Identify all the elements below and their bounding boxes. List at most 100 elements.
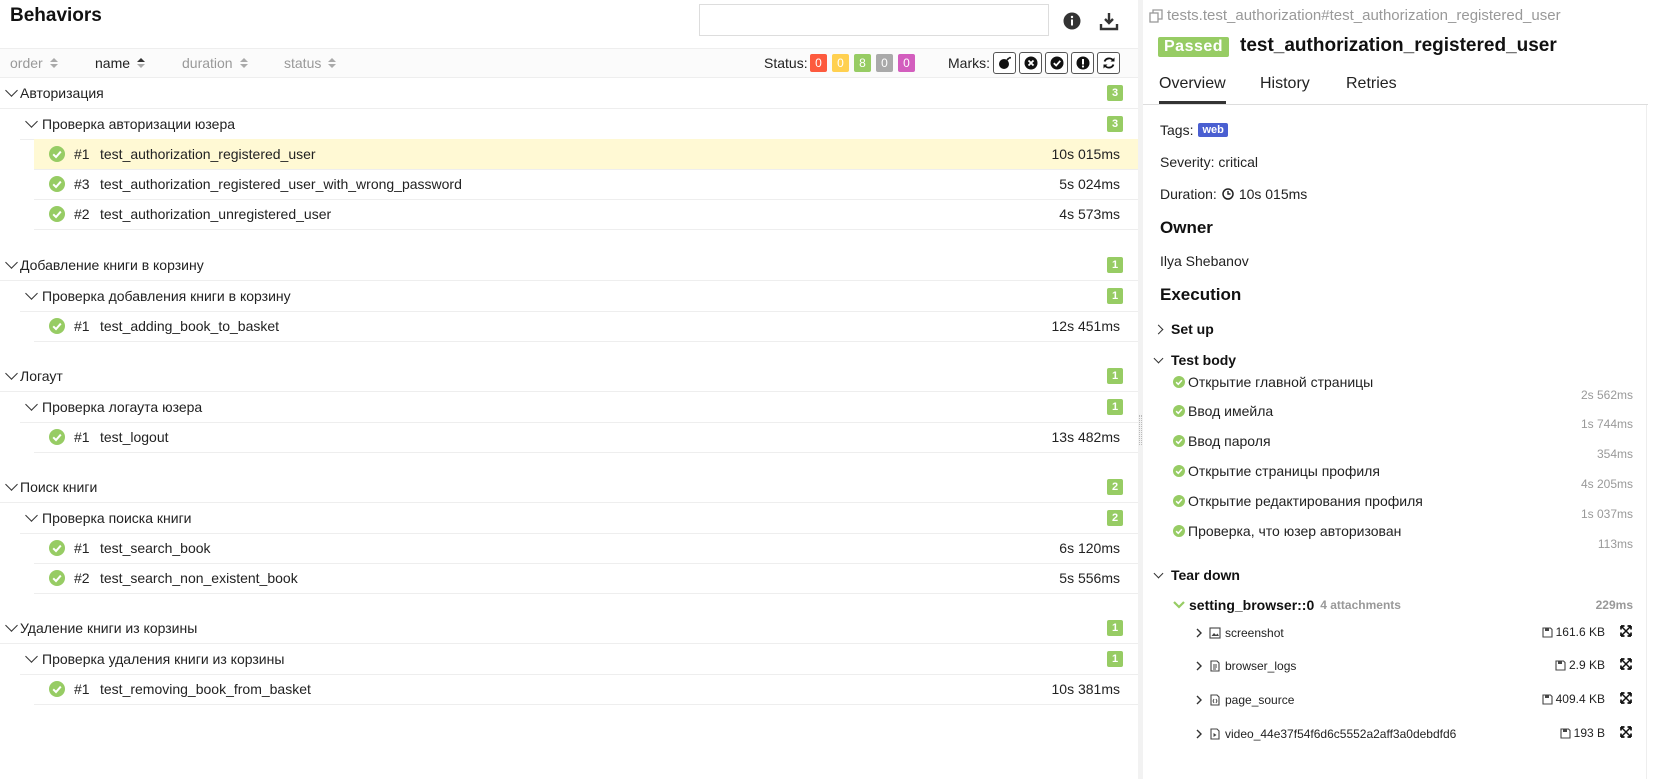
- group-count-badge: 1: [1107, 620, 1123, 636]
- expand-icon[interactable]: [1620, 658, 1632, 670]
- tab-retries[interactable]: Retries: [1346, 75, 1397, 101]
- fixture-name: setting_browser::0: [1189, 597, 1315, 613]
- check-circle-icon: [1050, 56, 1063, 70]
- chevron-down-icon: [1173, 601, 1185, 609]
- step-row[interactable]: Ввод имейла 1s 744ms: [1173, 403, 1633, 433]
- test-uid-text: tests.test_authorization#test_authorizat…: [1167, 7, 1561, 24]
- test-row[interactable]: #3 test_authorization_registered_user_wit…: [34, 169, 1138, 200]
- step-row[interactable]: Проверка, что юзер авторизован 113ms: [1173, 523, 1633, 553]
- save-icon: [1542, 626, 1553, 638]
- status-unknown-count[interactable]: 0: [898, 54, 915, 72]
- expand-icon[interactable]: [1620, 692, 1632, 704]
- mark-flaky-button[interactable]: [993, 52, 1016, 74]
- check-circle-icon: [49, 540, 65, 556]
- test-duration: 10s 381ms: [1051, 681, 1120, 697]
- chevron-down-icon: [24, 286, 38, 303]
- attachment-row[interactable]: browser_logs 2.9 KB: [1195, 655, 1635, 677]
- status-broken-count[interactable]: 0: [832, 54, 849, 72]
- test-row[interactable]: #2 test_search_non_existent_book 5s 556ms: [34, 563, 1138, 594]
- test-row[interactable]: #2 test_authorization_unregistered_user 4s…: [34, 199, 1138, 230]
- behavior-subgroup[interactable]: Проверка логаута юзера 1: [20, 391, 1138, 423]
- behavior-subgroup[interactable]: Проверка поиска книги 2: [20, 502, 1138, 534]
- test-row[interactable]: #1 test_removing_book_from_basket 10s 381m…: [34, 674, 1138, 705]
- step-name: Открытие редактирования профиля: [1188, 493, 1423, 509]
- test-duration: 6s 120ms: [1059, 540, 1120, 556]
- severity-text: Severity: critical: [1160, 154, 1259, 170]
- test-row[interactable]: #1 test_search_book 6s 120ms: [34, 533, 1138, 564]
- copy-icon[interactable]: [1149, 8, 1163, 23]
- expand-icon[interactable]: [1620, 625, 1632, 637]
- test-row[interactable]: #1 test_adding_book_to_basket 12s 451ms: [34, 311, 1138, 342]
- step-name: Открытие страницы профиля: [1188, 463, 1380, 479]
- mark-new-failed-button[interactable]: [1019, 52, 1042, 74]
- chevron-right-icon: [1196, 729, 1202, 739]
- group-name: Логаут: [20, 367, 63, 384]
- group-name: Авторизация: [20, 84, 104, 101]
- tab-overview[interactable]: Overview: [1159, 75, 1226, 104]
- behavior-group[interactable]: Удаление книги из корзины 1: [0, 612, 1138, 644]
- fixture-row[interactable]: setting_browser::0 4 attachments 229ms: [1173, 597, 1633, 613]
- duration-value: 10s 015ms: [1238, 186, 1308, 202]
- status-passed-count[interactable]: 8: [854, 54, 871, 72]
- sort-duration[interactable]: duration: [182, 55, 248, 71]
- behavior-subgroup[interactable]: Проверка добавления книги в корзину 1: [20, 280, 1138, 312]
- step-name: Ввод пароля: [1188, 433, 1271, 449]
- check-circle-icon: [1173, 525, 1185, 537]
- tab-history[interactable]: History: [1260, 75, 1310, 101]
- sort-name[interactable]: name: [95, 55, 146, 71]
- test-name: test_adding_book_to_basket: [100, 318, 280, 334]
- refresh-icon: [1103, 57, 1114, 69]
- group-name: Поиск книги: [20, 478, 98, 495]
- download-icon[interactable]: [1098, 10, 1120, 32]
- test-number: #3: [74, 176, 90, 192]
- behavior-group[interactable]: Логаут 1: [0, 360, 1138, 392]
- testbody-stage[interactable]: Test body: [1153, 352, 1236, 368]
- step-row[interactable]: Открытие редактирования профиля 1s 037ms: [1173, 493, 1633, 523]
- attachment-row[interactable]: screenshot 161.6 KB: [1195, 622, 1635, 644]
- setup-stage[interactable]: Set up: [1153, 321, 1214, 337]
- test-row[interactable]: #1 test_logout 13s 482ms: [34, 422, 1138, 453]
- info-icon[interactable]: [1061, 10, 1083, 32]
- step-name: Ввод имейла: [1188, 403, 1274, 419]
- right-scrollbar[interactable]: [1646, 105, 1647, 779]
- sort-status[interactable]: status: [284, 55, 337, 71]
- attachment-row[interactable]: video_44e37f54f6d6c5552a2aff3a0debdfd6 19…: [1195, 723, 1635, 745]
- severity-line: Severity: critical: [1160, 154, 1258, 170]
- behavior-subgroup[interactable]: Проверка удаления книги из корзины 1: [20, 643, 1138, 675]
- setup-label: Set up: [1171, 321, 1214, 337]
- mark-new-broken-button[interactable]: [1071, 52, 1094, 74]
- check-circle-icon: [49, 146, 65, 162]
- status-skipped-count[interactable]: 0: [876, 54, 893, 72]
- mark-new-passed-button[interactable]: [1045, 52, 1068, 74]
- group-count-badge: 1: [1107, 368, 1123, 384]
- sort-order[interactable]: order: [10, 55, 58, 71]
- step-row[interactable]: Открытие страницы профиля 4s 205ms: [1173, 463, 1633, 493]
- behaviors-pane: Behaviors order name duration status Sta…: [0, 0, 1138, 779]
- allure-report: Behaviors order name duration status Sta…: [0, 0, 1658, 779]
- step-name: Проверка, что юзер авторизован: [1188, 523, 1402, 539]
- test-row[interactable]: #1 test_authorization_registered_user 10s …: [34, 139, 1138, 170]
- teardown-stage[interactable]: Tear down: [1153, 567, 1240, 583]
- behavior-subgroup[interactable]: Проверка авторизации юзера 3: [20, 108, 1138, 140]
- behavior-group[interactable]: Добавление книги в корзину 1: [0, 249, 1138, 281]
- behavior-group[interactable]: Поиск книги 2: [0, 471, 1138, 503]
- step-row[interactable]: Ввод пароля 354ms: [1173, 433, 1633, 463]
- attachment-row[interactable]: page_source 409.4 KB: [1195, 689, 1635, 711]
- check-circle-icon: [49, 681, 65, 697]
- group-count-badge: 2: [1107, 479, 1123, 495]
- check-circle-icon: [49, 318, 65, 334]
- test-uid[interactable]: tests.test_authorization#test_authorizat…: [1149, 7, 1561, 24]
- expand-icon[interactable]: [1620, 726, 1632, 738]
- detail-tabs: Overview History Retries: [1143, 70, 1648, 105]
- mark-retries-button[interactable]: [1097, 52, 1120, 74]
- behavior-group[interactable]: Авторизация 3: [0, 77, 1138, 109]
- search-input[interactable]: [699, 4, 1049, 36]
- chevron-right-icon: [1196, 661, 1202, 671]
- owner-name: Ilya Shebanov: [1160, 253, 1249, 269]
- status-failed-count[interactable]: 0: [810, 54, 827, 72]
- pane-title: Behaviors: [10, 5, 102, 26]
- splitter-handle[interactable]: [1139, 415, 1142, 445]
- step-row[interactable]: Открытие главной страницы 2s 562ms: [1173, 374, 1633, 404]
- step-duration: 1s 744ms: [1580, 417, 1633, 431]
- group-count-badge: 1: [1107, 257, 1123, 273]
